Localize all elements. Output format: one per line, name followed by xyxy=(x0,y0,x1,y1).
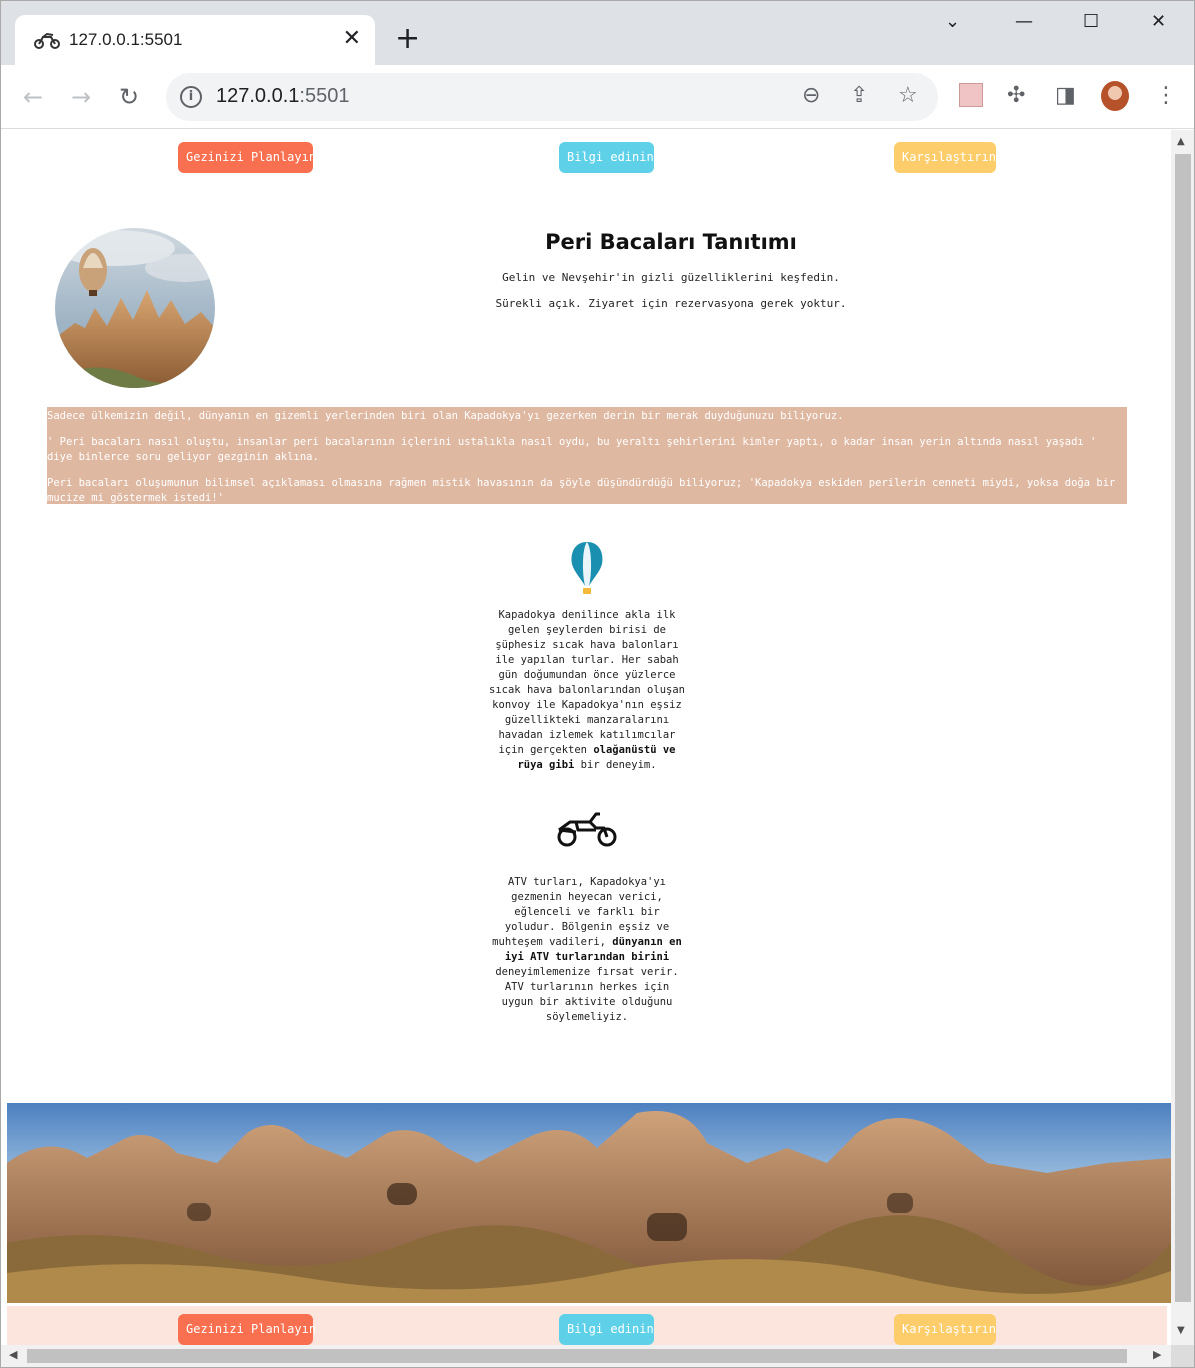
bookmark-star-icon[interactable]: ☆ xyxy=(898,83,918,109)
atv-description: ATV turları, Kapadokya'yı gezmenin heyec… xyxy=(487,875,687,1025)
balloon-text-before: Kapadokya denilince akla ilk gelen şeyle… xyxy=(489,609,685,756)
fairy-chimneys-panorama-image xyxy=(7,1103,1171,1303)
browser-tab[interactable]: 127.0.0.1:5501 ✕ xyxy=(15,15,375,65)
page-title: Peri Bacaları Tanıtımı xyxy=(545,230,797,254)
browser-window: 127.0.0.1:5501 ✕ + ⌄ — ☐ ✕ ← → ↻ i 127.0… xyxy=(0,0,1195,1368)
close-tab-icon[interactable]: ✕ xyxy=(343,27,361,51)
hot-air-balloon-icon xyxy=(571,542,603,594)
hero-line-2: Sürekli açık. Ziyaret için rezervasyona … xyxy=(495,297,847,310)
extensions-puzzle-icon[interactable]: ✣ xyxy=(1007,83,1025,109)
menu-dots-icon[interactable]: ⋮ xyxy=(1155,83,1177,109)
tab-search-icon[interactable]: ⌄ xyxy=(945,11,960,32)
tab-strip: 127.0.0.1:5501 ✕ + ⌄ — ☐ ✕ xyxy=(1,1,1194,65)
profile-avatar[interactable] xyxy=(1101,81,1129,111)
hero-line-1: Gelin ve Nevşehir'in gizli güzelliklerin… xyxy=(502,271,840,284)
new-tab-icon[interactable]: + xyxy=(395,23,420,55)
minimize-icon[interactable]: — xyxy=(1015,11,1033,32)
extension-icon[interactable] xyxy=(959,83,983,107)
plan-trip-button[interactable]: Gezinizi Planlayın xyxy=(178,142,316,173)
horizontal-scroll-thumb[interactable] xyxy=(27,1349,1127,1363)
intro-paragraph-3: Peri bacaları oluşumunun bilimsel açıkla… xyxy=(47,477,1116,504)
balloon-description: Kapadokya denilince akla ilk gelen şeyle… xyxy=(487,608,687,773)
vertical-scrollbar[interactable]: ▲ ▼ xyxy=(1171,130,1194,1345)
compare-button[interactable]: Karşılaştırın xyxy=(894,142,996,173)
close-window-icon[interactable]: ✕ xyxy=(1151,11,1166,32)
side-panel-icon[interactable]: ◨ xyxy=(1055,83,1076,109)
intro-paragraph-1: Sadece ülkemizin değil, dünyanın en gize… xyxy=(47,410,844,422)
vertical-scroll-thumb[interactable] xyxy=(1175,154,1191,1302)
intro-box: Sadece ülkemizin değil, dünyanın en gize… xyxy=(47,407,1127,504)
back-icon[interactable]: ← xyxy=(23,83,43,111)
page-viewport: Gezinizi Planlayın Bilgi edinin Karşılaş… xyxy=(1,130,1171,1345)
zoom-icon[interactable]: ⊖ xyxy=(802,83,820,109)
balloon-rock-image xyxy=(55,228,215,388)
motorcycle-favicon-icon xyxy=(34,32,60,49)
atv-text-after: deneyimlemenize fırsat verir. ATV turlar… xyxy=(495,966,679,1023)
url-port: :5501 xyxy=(299,85,350,107)
footer-compare-button[interactable]: Karşılaştırın xyxy=(894,1314,996,1345)
forward-icon[interactable]: → xyxy=(71,83,91,111)
browser-toolbar: ← → ↻ i 127.0.0.1:5501 ⊖ ⇪ ☆ ✣ ◨ ⋮ xyxy=(1,65,1194,129)
site-info-icon[interactable]: i xyxy=(180,86,202,108)
footer-info-button[interactable]: Bilgi edinin xyxy=(559,1314,654,1345)
url-text[interactable]: 127.0.0.1:5501 xyxy=(216,85,349,108)
scroll-right-icon[interactable]: ▶ xyxy=(1153,1348,1161,1361)
tab-title: 127.0.0.1:5501 xyxy=(69,30,183,49)
scroll-left-icon[interactable]: ◀ xyxy=(9,1348,17,1361)
intro-paragraph-2: ' Peri bacaları nasıl oluştu, insanlar p… xyxy=(47,436,1097,463)
scroll-up-icon[interactable]: ▲ xyxy=(1177,136,1185,147)
balloon-text-after: bir deneyim. xyxy=(574,759,657,771)
horizontal-scrollbar[interactable]: ◀ ▶ xyxy=(1,1345,1171,1367)
url-host: 127.0.0.1 xyxy=(216,85,300,107)
scrollbar-corner xyxy=(1171,1345,1194,1367)
footer-plan-trip-button[interactable]: Gezinizi Planlayın xyxy=(178,1314,316,1345)
motorcycle-icon xyxy=(557,812,617,847)
scroll-down-icon[interactable]: ▼ xyxy=(1177,1325,1185,1336)
reload-icon[interactable]: ↻ xyxy=(119,83,139,111)
share-icon[interactable]: ⇪ xyxy=(850,83,868,109)
info-button[interactable]: Bilgi edinin xyxy=(559,142,654,173)
address-bar[interactable]: i 127.0.0.1:5501 ⊖ ⇪ ☆ xyxy=(166,73,938,121)
maximize-icon[interactable]: ☐ xyxy=(1083,11,1099,32)
